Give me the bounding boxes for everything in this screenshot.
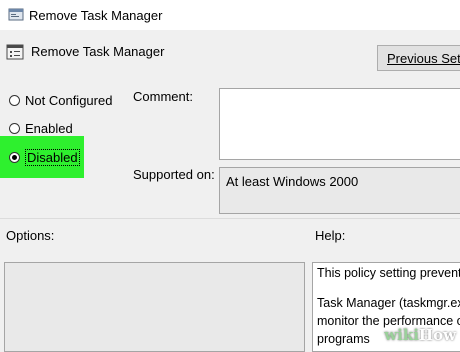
wikihow-watermark: wikiHow <box>384 326 456 344</box>
radio-circle[interactable] <box>9 95 20 106</box>
help-line: programs <box>317 332 370 346</box>
help-line: Task Manager (taskmgr.exe) <box>317 296 460 310</box>
supported-on-label: Supported on: <box>133 167 215 182</box>
radio-label: Not Configured <box>25 93 113 108</box>
radio-circle[interactable] <box>9 123 20 134</box>
supported-on-box: At least Windows 2000 <box>219 167 460 214</box>
previous-setting-label: Previous Setting <box>387 51 460 66</box>
radio-label: Enabled <box>25 121 73 136</box>
comment-label: Comment: <box>133 89 193 104</box>
radio-label: Disabled <box>25 149 80 166</box>
radio-enabled[interactable]: Enabled <box>9 121 73 136</box>
window-title: Remove Task Manager <box>29 8 163 23</box>
supported-on-value: At least Windows 2000 <box>226 174 359 189</box>
radio-disabled[interactable]: Disabled <box>9 149 80 166</box>
help-label: Help: <box>315 228 346 243</box>
comment-textarea[interactable] <box>219 88 460 160</box>
help-line: This policy setting prevents u <box>317 266 460 280</box>
previous-setting-button[interactable]: Previous Setting <box>377 45 460 71</box>
radio-circle-selected[interactable] <box>9 152 20 163</box>
setting-title: Remove Task Manager <box>31 44 165 59</box>
options-label: Options: <box>6 228 55 243</box>
policy-setting-icon <box>6 44 24 60</box>
options-panel[interactable] <box>4 262 305 352</box>
radio-not-configured[interactable]: Not Configured <box>9 93 112 108</box>
policy-app-icon <box>8 8 24 21</box>
section-divider <box>0 218 460 219</box>
